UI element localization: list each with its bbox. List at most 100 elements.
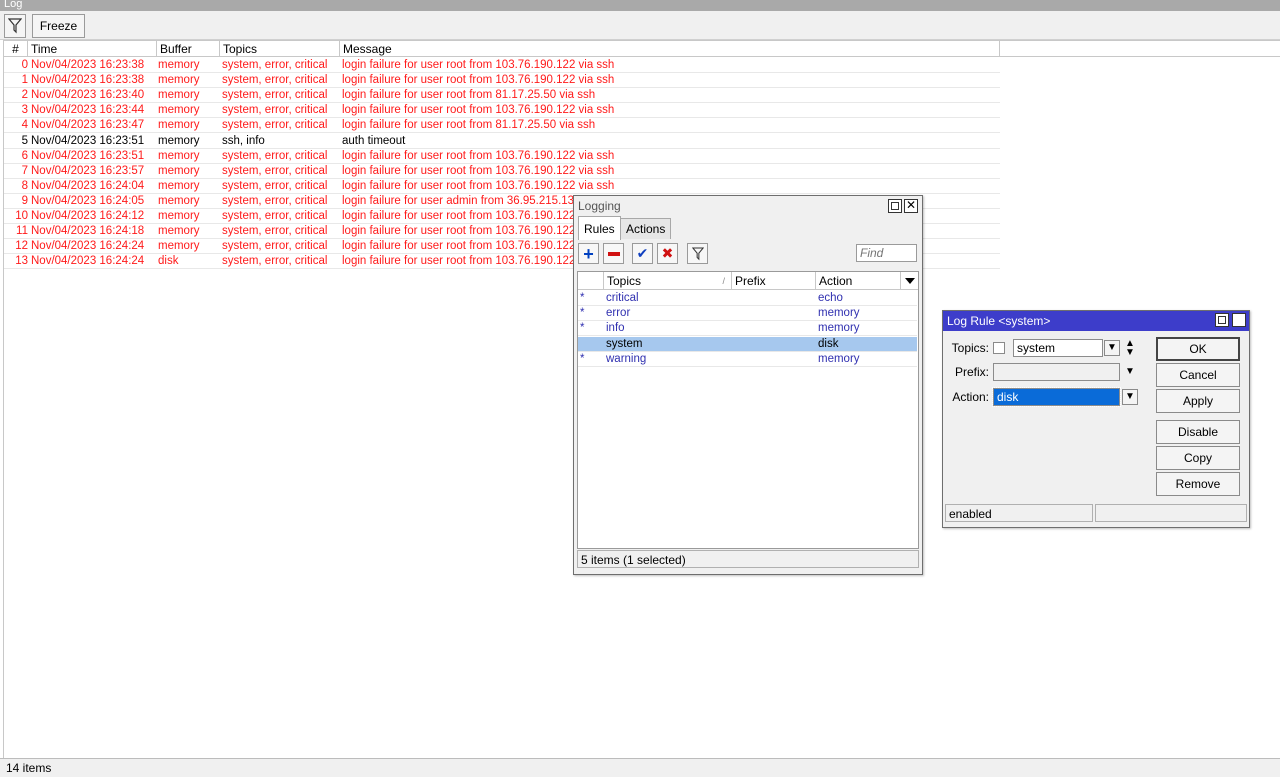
rule-row-action: memory [818, 322, 860, 335]
log-row-buffer: memory [158, 240, 200, 253]
log-row[interactable]: 4 Nov/04/2023 16:23:47 memory system, error… [4, 118, 1000, 134]
copy-button[interactable]: Copy [1156, 446, 1240, 470]
log-row-number: 12 [15, 240, 28, 253]
log-row-time: Nov/04/2023 16:23:51 [31, 134, 145, 147]
log-row[interactable]: 3 Nov/04/2023 16:23:44 memory system, error… [4, 103, 1000, 119]
rule-row-topics: system [606, 337, 643, 350]
rule-row-flag: * [580, 292, 585, 304]
log-row-buffer: memory [158, 74, 200, 87]
column-menu-button[interactable] [901, 272, 918, 290]
arrow-down-icon[interactable]: ▼ [1125, 348, 1135, 358]
log-row-time: Nov/04/2023 16:24:05 [31, 194, 145, 207]
freeze-button[interactable]: Freeze [32, 14, 85, 38]
col-topics[interactable]: Topics [220, 41, 340, 57]
log-row-time: Nov/04/2023 16:23:57 [31, 164, 145, 177]
filter-button[interactable] [4, 14, 26, 38]
log-row-message: login failure for user root from 103.76.… [342, 104, 615, 117]
col-buffer[interactable]: Buffer [157, 41, 220, 57]
log-row[interactable]: 0 Nov/04/2023 16:23:38 memory system, error… [4, 58, 1000, 73]
log-row-number: 11 [16, 225, 28, 238]
log-row-buffer: memory [158, 179, 200, 192]
log-rule-title: Log Rule <system> ✕ [943, 311, 1249, 331]
prefix-label: Prefix: [954, 365, 989, 379]
find-input[interactable] [856, 244, 917, 262]
log-row-number: 5 [21, 134, 28, 147]
log-row-time: Nov/04/2023 16:23:47 [31, 119, 145, 132]
ok-button[interactable]: OK [1156, 337, 1240, 361]
col-message[interactable]: Message [340, 41, 1000, 57]
apply-button[interactable]: Apply [1156, 389, 1240, 413]
col-flag [578, 272, 604, 290]
log-row-topics: system, error, critical [222, 225, 328, 238]
log-row[interactable]: 2 Nov/04/2023 16:23:40 memory system, error… [4, 88, 1000, 104]
maximize-icon[interactable] [1215, 313, 1229, 327]
enable-button[interactable]: ✔ [632, 243, 653, 264]
col-rule-topics[interactable]: Topics / [604, 272, 732, 290]
log-row-message: login failure for user root from 103.76.… [342, 59, 615, 71]
log-row[interactable]: 8 Nov/04/2023 16:24:04 memory system, error… [4, 179, 1000, 194]
tab-rules[interactable]: Rules [578, 216, 621, 240]
tab-actions[interactable]: Actions [620, 218, 672, 239]
log-row[interactable]: 7 Nov/04/2023 16:23:57 memory system, error… [4, 164, 1000, 179]
col-rule-prefix[interactable]: Prefix [732, 272, 816, 290]
close-icon[interactable]: ✕ [1232, 313, 1246, 327]
add-button[interactable]: + [578, 243, 599, 264]
rule-row-topics: info [606, 322, 625, 335]
action-select[interactable]: disk [992, 387, 1121, 407]
prefix-input[interactable] [993, 363, 1120, 381]
close-icon[interactable]: ✕ [904, 199, 918, 213]
log-row-message: login failure for user root from 103.76.… [342, 164, 615, 177]
log-row-number: 2 [21, 89, 28, 102]
col-rule-topics-label: Topics [607, 274, 642, 288]
rule-row[interactable]: * warning memory [578, 352, 917, 367]
rule-row[interactable]: system disk [578, 336, 917, 352]
log-row-buffer: memory [158, 104, 200, 117]
remove-rule-button[interactable]: Remove [1156, 472, 1240, 496]
log-row-time: Nov/04/2023 16:23:51 [31, 149, 145, 162]
logging-toolbar: + ✔ ✖ [574, 240, 922, 268]
logging-window: Logging ✕ Rules Actions + ✔ ✖ Find Topic… [573, 195, 923, 575]
rule-status: enabled [945, 504, 1093, 522]
col-rule-action[interactable]: Action [816, 272, 901, 290]
action-dropdown-button[interactable]: ▼ [1122, 389, 1138, 405]
rule-row-action: memory [818, 307, 860, 320]
log-row-buffer: memory [158, 134, 200, 147]
log-row-topics: system, error, critical [222, 194, 328, 207]
plus-icon: + [583, 243, 594, 264]
maximize-icon[interactable] [888, 199, 902, 213]
chevron-down-icon: ▼ [1125, 391, 1135, 402]
rules-table-header: Topics / Prefix Action [578, 272, 918, 290]
prefix-toggle-icon[interactable]: ▼ [1125, 366, 1135, 377]
log-row[interactable]: 5 Nov/04/2023 16:23:51 memory ssh, info auth… [4, 134, 1000, 149]
rule-row[interactable]: * info memory [578, 321, 917, 337]
disable-button[interactable]: ✖ [657, 243, 678, 264]
col-time[interactable]: Time [28, 41, 157, 57]
rule-row[interactable]: * error memory [578, 306, 917, 322]
col-number[interactable]: # [4, 41, 28, 57]
log-row-topics: system, error, critical [222, 89, 328, 102]
log-row[interactable]: 6 Nov/04/2023 16:23:51 memory system, error… [4, 149, 1000, 164]
remove-button[interactable] [603, 243, 624, 264]
rule-row-topics: critical [606, 292, 639, 304]
log-row-buffer: memory [158, 119, 200, 132]
log-row-message: login failure for user root from 81.17.2… [342, 89, 596, 102]
rule-row-topics: warning [606, 352, 647, 365]
log-row-time: Nov/04/2023 16:24:12 [31, 210, 145, 222]
log-rule-dialog: Log Rule <system> ✕ Topics: system ▼ ▲ ▼… [942, 310, 1250, 528]
filter-icon [691, 246, 704, 260]
log-row-topics: system, error, critical [222, 210, 328, 222]
topics-dropdown-button[interactable]: ▼ [1104, 340, 1120, 356]
cancel-button[interactable]: Cancel [1156, 363, 1240, 387]
disable-rule-button[interactable]: Disable [1156, 420, 1240, 444]
topics-add-remove[interactable]: ▲ ▼ [1125, 339, 1135, 358]
rule-row-flag: * [580, 322, 585, 335]
filter-rules-button[interactable] [687, 243, 708, 264]
x-icon: ✖ [661, 245, 674, 261]
log-row-topics: system, error, critical [222, 149, 328, 162]
rule-row[interactable]: * critical echo [578, 291, 917, 306]
topics-select[interactable]: system [1013, 339, 1103, 357]
log-row-number: 13 [15, 255, 28, 268]
log-row-number: 3 [21, 104, 28, 117]
log-row[interactable]: 1 Nov/04/2023 16:23:38 memory system, error… [4, 73, 1000, 89]
topics-not-checkbox[interactable] [993, 342, 1005, 354]
